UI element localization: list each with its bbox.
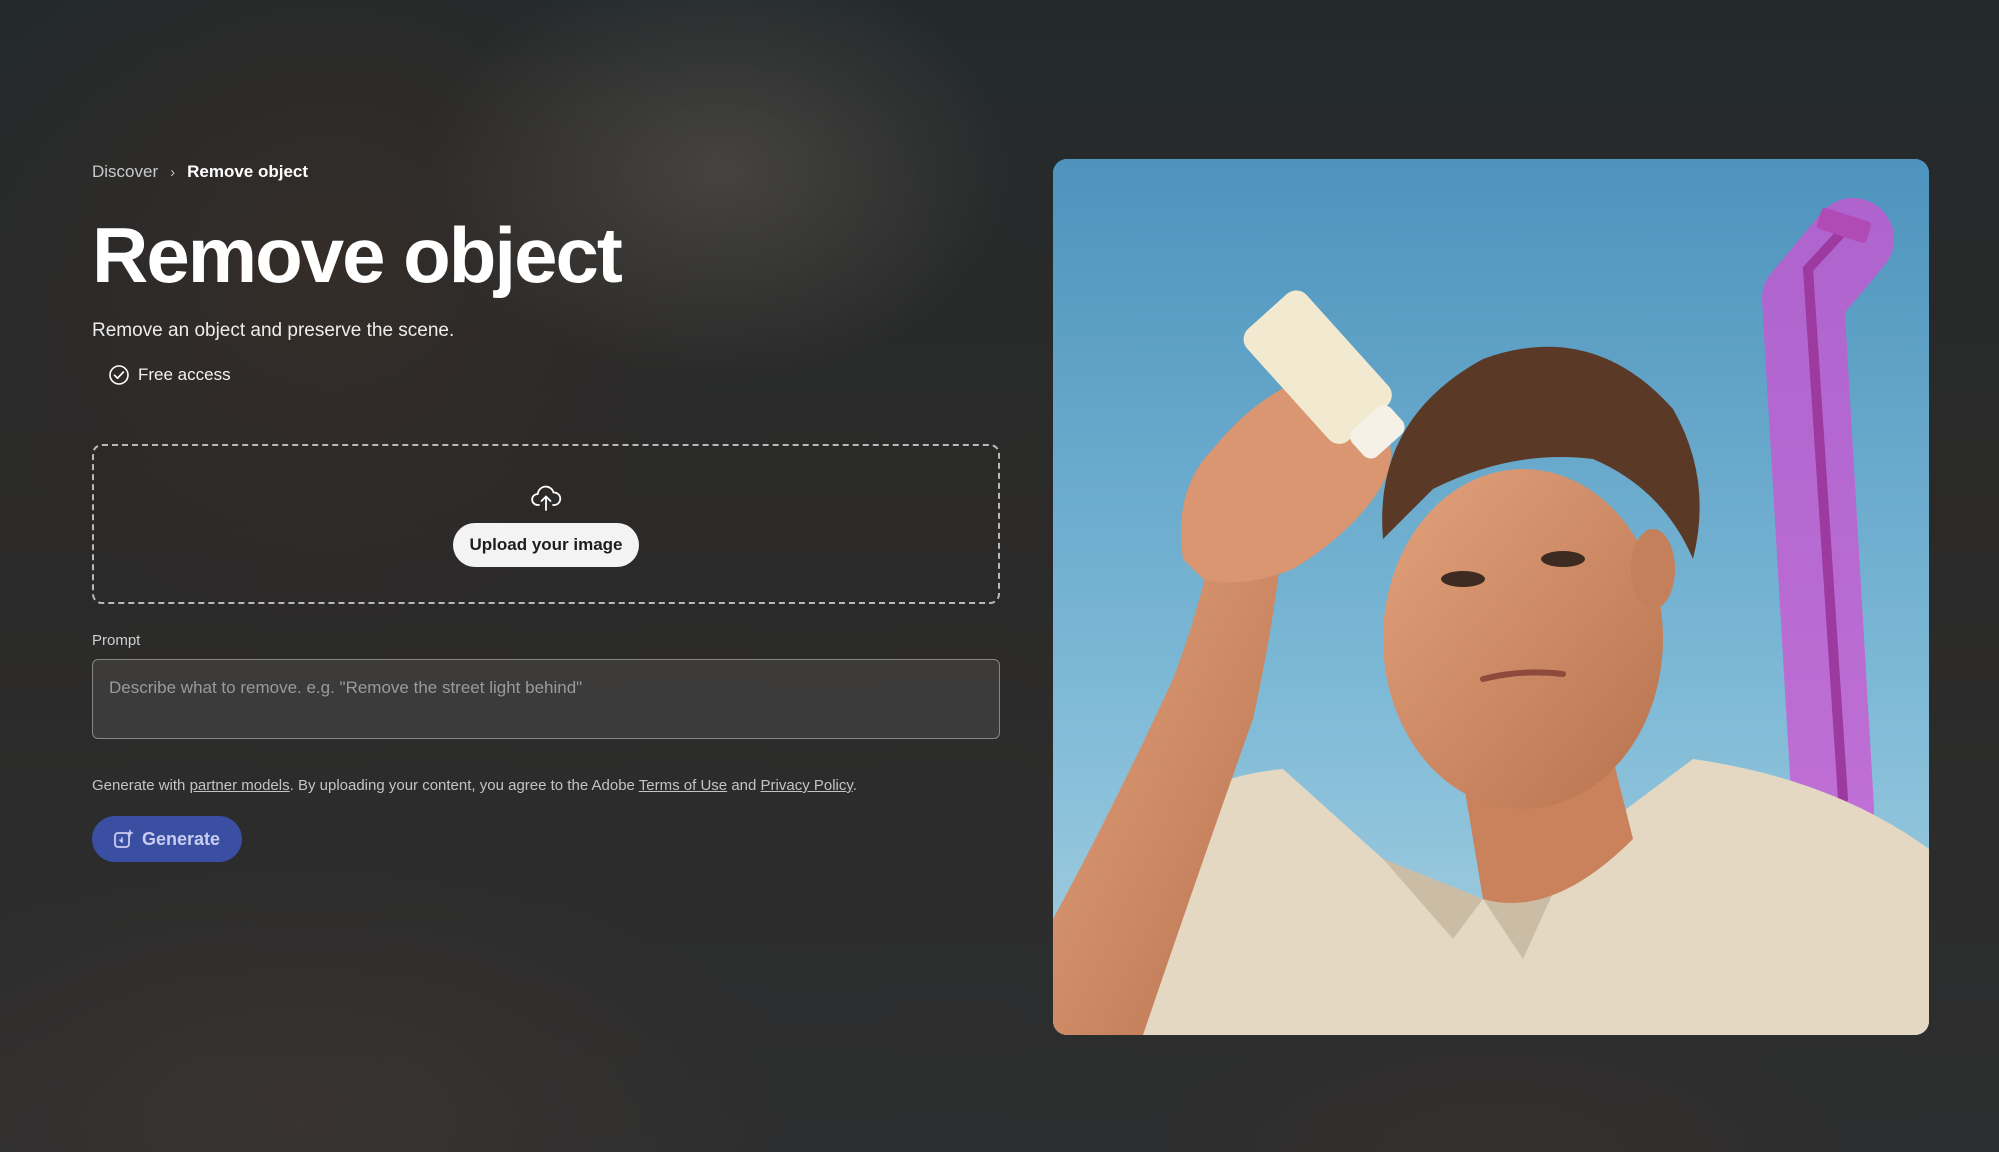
check-circle-icon [108,364,130,386]
free-access-badge: Free access [108,364,1000,386]
generate-button-label: Generate [142,828,221,849]
legal-suffix: . [852,777,857,794]
breadcrumb-discover-link[interactable]: Discover [92,162,158,182]
legal-prefix: Generate with [92,777,186,794]
upload-image-button[interactable]: Upload your image [453,523,639,567]
left-panel: Discover › Remove object Remove object R… [92,158,1000,862]
legal-middle: . By uploading your content, you agree t… [289,777,635,794]
prompt-label: Prompt [92,632,141,649]
prompt-input[interactable] [92,659,1000,739]
partner-models-link[interactable]: partner models [190,777,290,794]
terms-of-use-link[interactable]: Terms of Use [639,777,727,794]
generate-button[interactable]: Generate [92,816,243,862]
upload-dropzone[interactable]: Upload your image [92,444,1000,604]
breadcrumb-current: Remove object [187,162,309,181]
cloud-upload-icon [530,483,562,513]
page-title: Remove object [92,211,623,299]
page-subtitle: Remove an object and preserve the scene. [92,320,455,341]
legal-text: Generate with partner models. By uploadi… [92,777,1000,794]
breadcrumb: Discover › Remove object [92,158,1000,186]
breadcrumb-separator: › [170,163,176,181]
free-access-label: Free access [138,365,231,384]
privacy-policy-link[interactable]: Privacy Policy [761,777,853,794]
legal-and: and [731,777,757,794]
generate-sparkle-icon [112,827,136,851]
hero-image [1053,159,1929,1035]
